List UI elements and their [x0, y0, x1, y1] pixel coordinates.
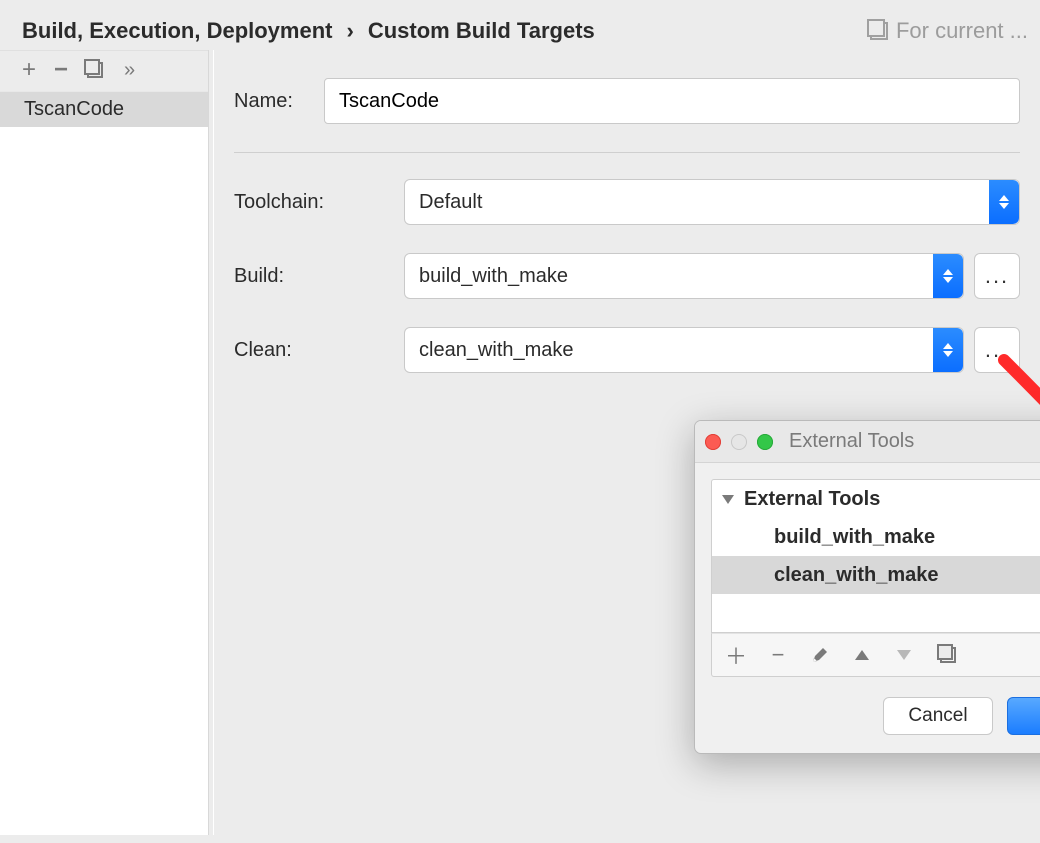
pencil-icon — [811, 646, 829, 664]
breadcrumb-parent[interactable]: Build, Execution, Deployment — [22, 18, 332, 44]
divider — [234, 152, 1020, 153]
name-input[interactable] — [324, 78, 1020, 124]
toolchain-label: Toolchain: — [234, 191, 404, 214]
chevron-updown-icon — [933, 254, 963, 298]
tree-item-label: build_with_make — [774, 526, 935, 549]
chevron-down-icon — [722, 495, 734, 504]
sidebar-item-label: TscanCode — [24, 98, 124, 120]
triangle-down-icon — [897, 650, 911, 660]
cancel-label: Cancel — [908, 705, 967, 727]
add-button[interactable]: ＋ — [724, 643, 748, 667]
copy-button[interactable] — [934, 643, 958, 667]
zoom-icon[interactable] — [757, 434, 773, 450]
dialog-footer: Cancel OK — [695, 689, 1040, 753]
triangle-up-icon — [855, 650, 869, 660]
tree-root[interactable]: External Tools — [712, 480, 1040, 518]
dialog-titlebar[interactable]: External Tools — [695, 421, 1040, 463]
cancel-button[interactable]: Cancel — [883, 697, 993, 735]
build-label: Build: — [234, 265, 404, 288]
build-value: build_with_make — [419, 265, 568, 288]
ok-button[interactable]: OK — [1007, 697, 1040, 735]
sidebar-list: TscanCode — [0, 92, 208, 835]
tree-item-build[interactable]: build_with_make — [712, 518, 1040, 556]
name-label: Name: — [234, 90, 324, 113]
copy-icon — [87, 62, 103, 78]
build-browse-button[interactable]: ... — [974, 253, 1020, 299]
move-down-button[interactable] — [892, 643, 916, 667]
build-select[interactable]: build_with_make — [404, 253, 964, 299]
remove-button[interactable]: − — [766, 643, 790, 667]
toolchain-select[interactable]: Default — [404, 179, 1020, 225]
toolchain-value: Default — [419, 191, 482, 214]
sidebar-toolbar: + − » — [0, 51, 208, 92]
scope-hint-text: For current ... — [896, 18, 1028, 44]
chevron-updown-icon — [989, 180, 1019, 224]
sidebar-item-tscancode[interactable]: TscanCode — [0, 92, 208, 127]
dialog-title: External Tools — [783, 430, 1040, 453]
scope-copy-icon — [870, 22, 888, 40]
edit-button[interactable] — [808, 643, 832, 667]
tree-blank-row — [712, 594, 1040, 632]
scope-hint: For current ... — [870, 18, 1028, 44]
clean-select[interactable]: clean_with_make — [404, 327, 964, 373]
external-tools-dialog: External Tools External Tools build_with… — [694, 420, 1040, 754]
tree-item-label: clean_with_make — [774, 564, 939, 587]
copy-button[interactable] — [78, 55, 108, 85]
clean-value: clean_with_make — [419, 339, 574, 362]
more-button[interactable]: » — [124, 59, 131, 82]
ellipsis-icon: ... — [985, 337, 1009, 363]
add-button[interactable]: + — [14, 55, 44, 85]
breadcrumb-current: Custom Build Targets — [368, 18, 595, 44]
form-panel: Name: Toolchain: Default Build: build_wi… — [214, 50, 1040, 835]
remove-button[interactable]: − — [46, 55, 76, 85]
move-up-button[interactable] — [850, 643, 874, 667]
sidebar: + − » TscanCode — [0, 50, 208, 835]
breadcrumb-separator-icon: › — [346, 18, 353, 44]
chevron-updown-icon — [933, 328, 963, 372]
tree-item-clean[interactable]: clean_with_make — [712, 556, 1040, 594]
clean-browse-button[interactable]: ... — [974, 327, 1020, 373]
clean-label: Clean: — [234, 339, 404, 362]
tree-toolbar: ＋ − — [711, 633, 1040, 677]
window-controls — [705, 434, 773, 450]
ellipsis-icon: ... — [985, 263, 1009, 289]
copy-icon — [940, 647, 956, 663]
tree-root-label: External Tools — [744, 488, 880, 511]
minimize-icon — [731, 434, 747, 450]
breadcrumb: Build, Execution, Deployment › Custom Bu… — [0, 0, 1040, 50]
tools-tree: External Tools build_with_make clean_wit… — [711, 479, 1040, 633]
close-icon[interactable] — [705, 434, 721, 450]
